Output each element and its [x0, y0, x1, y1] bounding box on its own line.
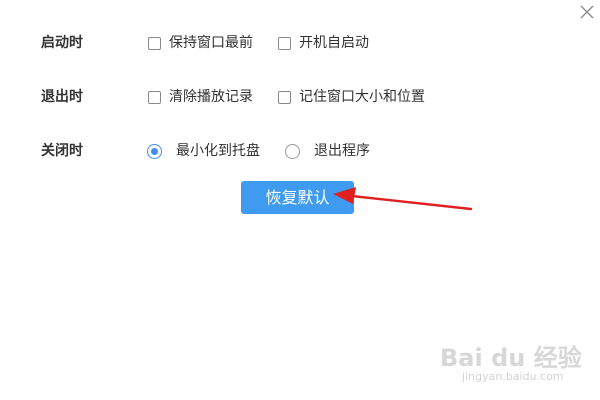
clear-history-checkbox[interactable] — [148, 90, 161, 104]
minimize-to-tray-label: 最小化到托盘 — [176, 143, 260, 159]
keep-window-on-top-option[interactable]: 保持窗口最前 — [148, 34, 253, 52]
settings-panel: 启动时 保持窗口最前 开机自启动 退出时 清除播放记录 记住窗口大小和位置 关闭… — [0, 0, 600, 400]
restore-defaults-button[interactable]: 恢复默认 — [241, 181, 354, 214]
keep-window-on-top-checkbox[interactable] — [148, 36, 161, 50]
remember-window-label: 记住窗口大小和位置 — [299, 89, 425, 105]
auto-start-option[interactable]: 开机自启动 — [278, 34, 369, 52]
clear-history-option[interactable]: 清除播放记录 — [148, 88, 253, 106]
exit-label: 退出时 — [41, 89, 83, 105]
auto-start-label: 开机自启动 — [299, 35, 369, 51]
startup-label: 启动时 — [41, 35, 83, 51]
clear-history-label: 清除播放记录 — [169, 89, 253, 105]
close-icon[interactable] — [578, 3, 596, 21]
watermark-logo: Bai du 经验 — [440, 344, 582, 372]
baidu-jingyan-watermark: Bai du 经验 jingyan.baidu.com — [440, 338, 590, 390]
minimize-to-tray-option[interactable]: 最小化到托盘 — [147, 142, 260, 160]
remember-window-option[interactable]: 记住窗口大小和位置 — [278, 88, 425, 106]
keep-window-on-top-label: 保持窗口最前 — [169, 35, 253, 51]
exit-program-radio[interactable] — [285, 143, 300, 159]
watermark-url: jingyan.baidu.com — [462, 370, 564, 383]
exit-program-label: 退出程序 — [314, 143, 370, 159]
remember-window-checkbox[interactable] — [278, 90, 291, 104]
close-label: 关闭时 — [41, 143, 83, 159]
auto-start-checkbox[interactable] — [278, 36, 291, 50]
minimize-to-tray-radio[interactable] — [147, 143, 162, 159]
exit-program-option[interactable]: 退出程序 — [285, 142, 370, 160]
